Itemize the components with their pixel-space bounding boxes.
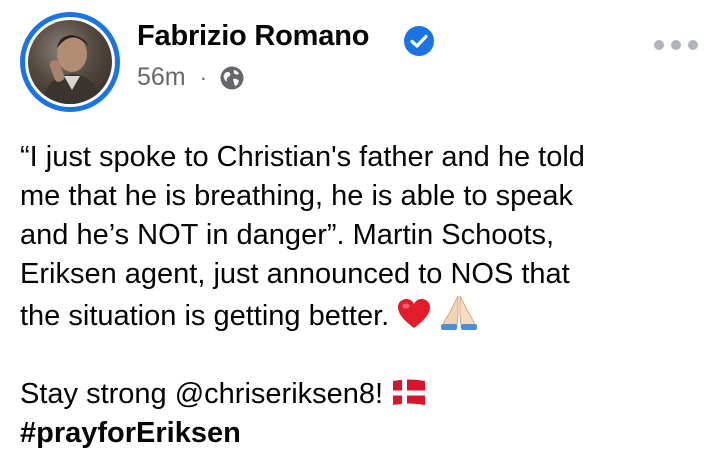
post-line: Eriksen agent, just announced to NOS tha… xyxy=(20,258,570,290)
more-options-icon[interactable] xyxy=(654,40,698,50)
post-line-with-emoji: the situation is getting better. xyxy=(20,294,710,336)
avatar[interactable] xyxy=(20,12,120,112)
timestamp[interactable]: 56m xyxy=(137,63,186,92)
post-line-with-emoji: Stay strong @chriseriksen8! xyxy=(20,375,710,414)
post-line: me that he is breathing, he is able to s… xyxy=(20,180,573,212)
post-line: and he’s NOT in danger”. Martin Schoots, xyxy=(20,219,555,251)
verified-badge-icon xyxy=(404,26,434,56)
red-heart-emoji xyxy=(398,299,431,328)
globe-icon xyxy=(220,66,244,89)
post-line: “I just spoke to Christian's father and … xyxy=(20,141,585,173)
post-text: “I just spoke to Christian's father and … xyxy=(20,138,710,453)
denmark-flag-emoji xyxy=(393,379,426,407)
hashtag-link[interactable]: #prayforEriksen xyxy=(20,414,710,453)
post-meta: 56m · xyxy=(137,63,245,92)
dot-icon xyxy=(654,40,664,50)
facebook-post: Fabrizio Romano 56m · “I just spoke to C… xyxy=(0,0,720,463)
profile-photo xyxy=(28,20,112,104)
dot-icon xyxy=(688,40,698,50)
post-line: the situation is getting better. xyxy=(20,300,390,332)
dot-icon xyxy=(671,40,681,50)
folded-hands-emoji xyxy=(441,295,478,330)
author-name[interactable]: Fabrizio Romano xyxy=(137,20,369,53)
mention-text[interactable]: Stay strong @chriseriksen8! xyxy=(20,378,383,410)
meta-separator: · xyxy=(199,64,207,90)
